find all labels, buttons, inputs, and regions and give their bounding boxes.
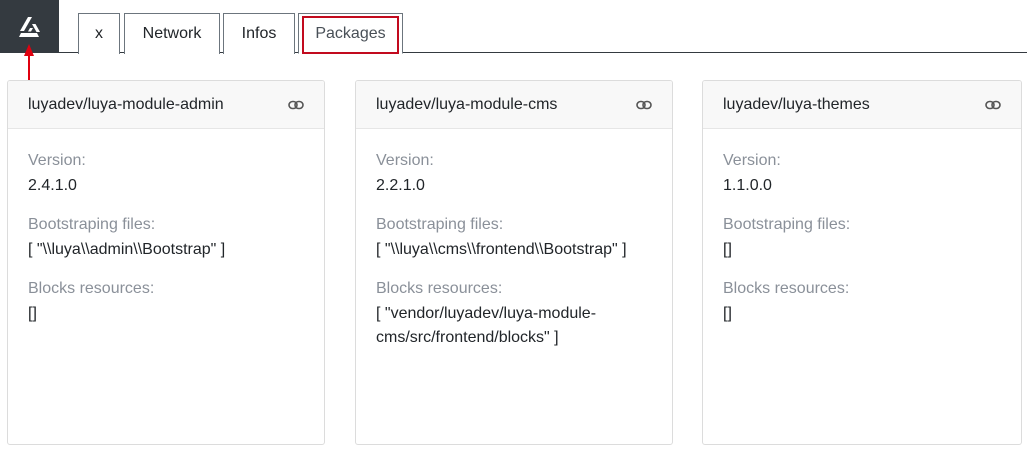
blocks-label: Blocks resources:: [723, 280, 850, 297]
luya-logo-icon: [18, 16, 40, 37]
blocks-value: [ "vendor/luyadev/luya-module-cms/src/fr…: [376, 305, 597, 346]
card-body: Version: 1.1.0.0 Bootstraping files: [] …: [703, 129, 1021, 326]
tab-network[interactable]: Network: [124, 13, 220, 54]
card-header: luyadev/luya-module-admin: [8, 81, 324, 129]
tab-close[interactable]: x: [78, 13, 120, 54]
version-value: 1.1.0.0: [723, 177, 772, 194]
blocks-field: Blocks resources: []: [723, 279, 1001, 326]
bootstrap-label: Bootstraping files:: [28, 216, 156, 233]
blocks-field: Blocks resources: [ "vendor/luyadev/luya…: [376, 279, 652, 350]
tab-packages-label: Packages: [315, 24, 386, 42]
card-body: Version: 2.2.1.0 Bootstraping files: [ "…: [356, 129, 672, 350]
card-header: luyadev/luya-themes: [703, 81, 1021, 129]
link-icon[interactable]: [985, 100, 1001, 110]
card-header: luyadev/luya-module-cms: [356, 81, 672, 129]
version-field: Version: 2.2.1.0: [376, 151, 652, 198]
bootstrap-label: Bootstraping files:: [376, 216, 504, 233]
blocks-label: Blocks resources:: [376, 280, 503, 297]
blocks-value: []: [28, 305, 37, 322]
card-body: Version: 2.4.1.0 Bootstraping files: [ "…: [8, 129, 324, 326]
version-field: Version: 2.4.1.0: [28, 151, 304, 198]
version-label: Version:: [723, 152, 781, 169]
bootstrap-value: [ "\\luya\\admin\\Bootstrap" ]: [28, 241, 226, 258]
tab-infos[interactable]: Infos: [223, 13, 295, 54]
bootstrap-value: [ "\\luya\\cms\\frontend\\Bootstrap" ]: [376, 241, 627, 258]
version-field: Version: 1.1.0.0: [723, 151, 1001, 198]
package-name: luyadev/luya-themes: [723, 95, 870, 113]
app-root: x Network Infos Packages luyadev/luya-mo…: [0, 0, 1027, 452]
tab-network-label: Network: [142, 25, 202, 42]
bootstrap-label: Bootstraping files:: [723, 216, 851, 233]
version-label: Version:: [28, 152, 86, 169]
tab-packages[interactable]: Packages: [298, 13, 403, 54]
version-label: Version:: [376, 152, 434, 169]
version-value: 2.2.1.0: [376, 177, 425, 194]
bootstrap-field: Bootstraping files: []: [723, 215, 1001, 262]
bootstrap-field: Bootstraping files: [ "\\luya\\cms\\fron…: [376, 215, 652, 262]
bootstrap-value: []: [723, 241, 732, 258]
tab-infos-label: Infos: [241, 25, 277, 42]
package-card: luyadev/luya-module-cms Version: 2.2.1.0…: [355, 80, 673, 445]
package-card: luyadev/luya-themes Version: 1.1.0.0 Boo…: [702, 80, 1022, 445]
tab-close-label: x: [95, 25, 103, 42]
version-value: 2.4.1.0: [28, 177, 77, 194]
bootstrap-field: Bootstraping files: [ "\\luya\\admin\\Bo…: [28, 215, 304, 262]
blocks-value: []: [723, 305, 732, 322]
package-name: luyadev/luya-module-cms: [376, 95, 558, 113]
link-icon[interactable]: [288, 100, 304, 110]
package-card: luyadev/luya-module-admin Version: 2.4.1…: [7, 80, 325, 445]
link-icon[interactable]: [636, 100, 652, 110]
package-name: luyadev/luya-module-admin: [28, 95, 224, 113]
blocks-label: Blocks resources:: [28, 280, 155, 297]
blocks-field: Blocks resources: []: [28, 279, 304, 326]
